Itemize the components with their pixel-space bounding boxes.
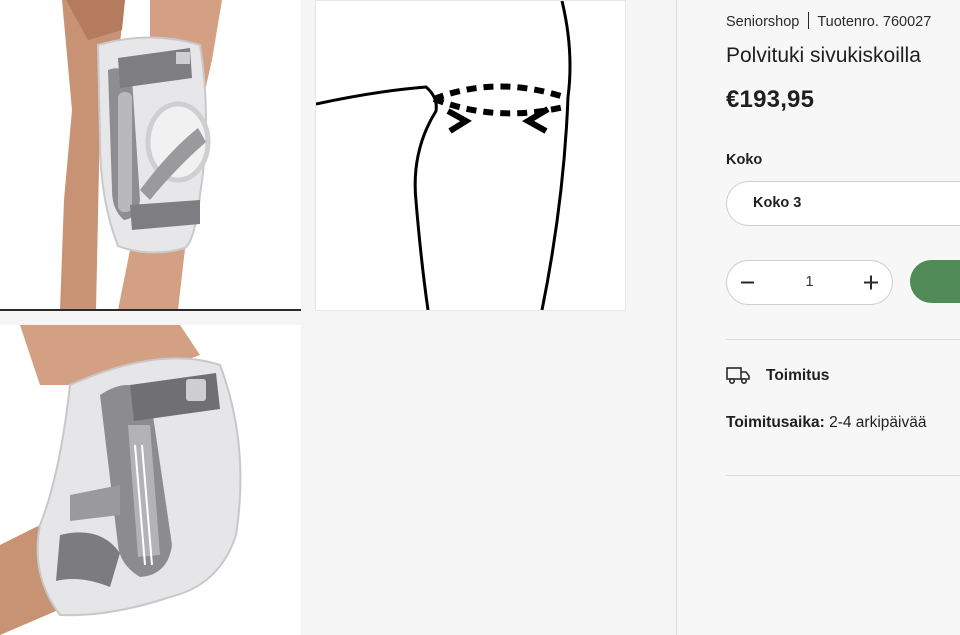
- delivery-title: Toimitus: [766, 367, 830, 384]
- delivery-time-value: 2-4 arkipäivää: [829, 414, 927, 431]
- size-select[interactable]: Koko 3: [726, 181, 960, 226]
- plus-icon: [864, 275, 878, 290]
- sku-label: Tuotenro. 760027: [817, 14, 932, 30]
- product-meta: Seniorshop Tuotenro. 760027: [726, 12, 931, 30]
- product-title: Polvituki sivukiskoilla: [726, 44, 921, 67]
- quantity-decrease-button[interactable]: [727, 261, 771, 304]
- gallery-image-knee-brace-side-bent[interactable]: [0, 325, 301, 635]
- section-divider: [726, 339, 960, 340]
- section-divider: [726, 475, 960, 476]
- add-to-cart-button[interactable]: [910, 260, 960, 303]
- gallery-image-knee-measurement-diagram[interactable]: [315, 0, 626, 311]
- image-gallery: [0, 0, 676, 635]
- delivery-time-label: Toimitusaika:: [726, 414, 825, 431]
- gallery-image-knee-brace-front[interactable]: [0, 0, 301, 310]
- minus-icon: [741, 281, 754, 284]
- product-price: €193,95: [726, 86, 815, 113]
- brand-link[interactable]: Seniorshop: [726, 14, 799, 30]
- selected-image-indicator: [0, 309, 301, 311]
- truck-icon: [726, 367, 750, 385]
- meta-separator: [808, 12, 810, 29]
- size-label: Koko: [726, 152, 763, 168]
- quantity-increase-button[interactable]: [848, 261, 892, 304]
- quantity-stepper[interactable]: 1: [726, 260, 893, 305]
- size-selected-value: Koko 3: [753, 195, 802, 211]
- delivery-time: Toimitusaika: 2-4 arkipäivää: [726, 414, 926, 432]
- quantity-value[interactable]: 1: [787, 274, 832, 290]
- product-info-panel: Seniorshop Tuotenro. 760027 Polvituki siv…: [677, 0, 960, 635]
